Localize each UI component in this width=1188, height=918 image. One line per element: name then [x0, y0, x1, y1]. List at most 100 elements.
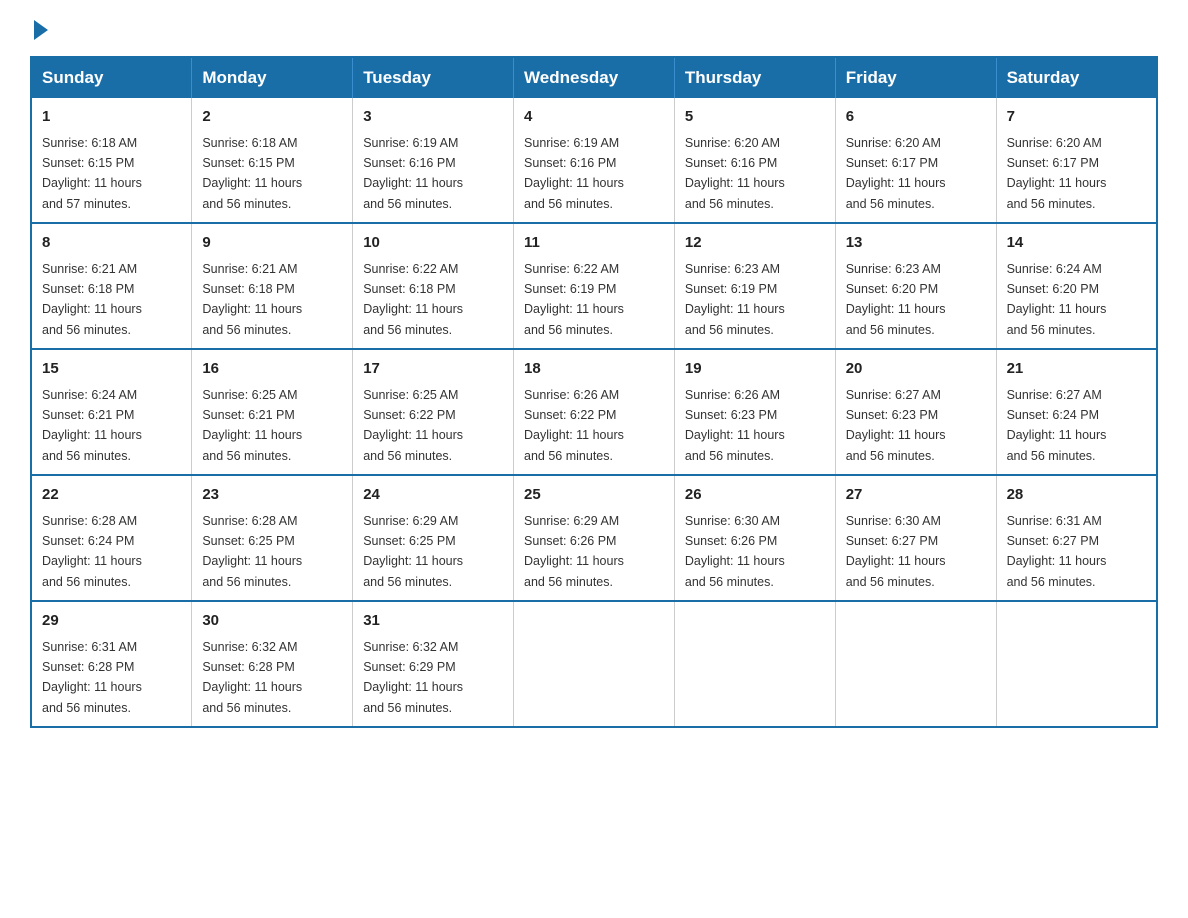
day-number: 27	[846, 484, 986, 507]
day-number: 28	[1007, 484, 1146, 507]
calendar-cell: 13 Sunrise: 6:23 AMSunset: 6:20 PMDaylig…	[835, 223, 996, 349]
header-tuesday: Tuesday	[353, 57, 514, 98]
day-number: 25	[524, 484, 664, 507]
day-info: Sunrise: 6:22 AMSunset: 6:18 PMDaylight:…	[363, 262, 463, 337]
day-info: Sunrise: 6:25 AMSunset: 6:22 PMDaylight:…	[363, 388, 463, 463]
day-info: Sunrise: 6:27 AMSunset: 6:24 PMDaylight:…	[1007, 388, 1107, 463]
day-info: Sunrise: 6:28 AMSunset: 6:25 PMDaylight:…	[202, 514, 302, 589]
calendar-cell: 19 Sunrise: 6:26 AMSunset: 6:23 PMDaylig…	[674, 349, 835, 475]
calendar-cell: 27 Sunrise: 6:30 AMSunset: 6:27 PMDaylig…	[835, 475, 996, 601]
day-info: Sunrise: 6:23 AMSunset: 6:20 PMDaylight:…	[846, 262, 946, 337]
week-row-1: 1 Sunrise: 6:18 AMSunset: 6:15 PMDayligh…	[31, 98, 1157, 223]
day-info: Sunrise: 6:24 AMSunset: 6:20 PMDaylight:…	[1007, 262, 1107, 337]
week-row-4: 22 Sunrise: 6:28 AMSunset: 6:24 PMDaylig…	[31, 475, 1157, 601]
header-saturday: Saturday	[996, 57, 1157, 98]
calendar-cell: 5 Sunrise: 6:20 AMSunset: 6:16 PMDayligh…	[674, 98, 835, 223]
day-info: Sunrise: 6:32 AMSunset: 6:28 PMDaylight:…	[202, 640, 302, 715]
header-friday: Friday	[835, 57, 996, 98]
calendar-cell: 30 Sunrise: 6:32 AMSunset: 6:28 PMDaylig…	[192, 601, 353, 727]
day-info: Sunrise: 6:21 AMSunset: 6:18 PMDaylight:…	[202, 262, 302, 337]
day-info: Sunrise: 6:30 AMSunset: 6:26 PMDaylight:…	[685, 514, 785, 589]
day-number: 8	[42, 232, 181, 255]
day-info: Sunrise: 6:22 AMSunset: 6:19 PMDaylight:…	[524, 262, 624, 337]
day-info: Sunrise: 6:26 AMSunset: 6:23 PMDaylight:…	[685, 388, 785, 463]
calendar-cell: 9 Sunrise: 6:21 AMSunset: 6:18 PMDayligh…	[192, 223, 353, 349]
calendar-cell: 20 Sunrise: 6:27 AMSunset: 6:23 PMDaylig…	[835, 349, 996, 475]
day-number: 13	[846, 232, 986, 255]
calendar-cell: 24 Sunrise: 6:29 AMSunset: 6:25 PMDaylig…	[353, 475, 514, 601]
day-number: 5	[685, 106, 825, 129]
day-info: Sunrise: 6:19 AMSunset: 6:16 PMDaylight:…	[363, 136, 463, 211]
calendar-cell: 12 Sunrise: 6:23 AMSunset: 6:19 PMDaylig…	[674, 223, 835, 349]
day-info: Sunrise: 6:20 AMSunset: 6:17 PMDaylight:…	[846, 136, 946, 211]
day-info: Sunrise: 6:31 AMSunset: 6:28 PMDaylight:…	[42, 640, 142, 715]
day-number: 21	[1007, 358, 1146, 381]
calendar-cell: 6 Sunrise: 6:20 AMSunset: 6:17 PMDayligh…	[835, 98, 996, 223]
header-monday: Monday	[192, 57, 353, 98]
day-number: 19	[685, 358, 825, 381]
day-number: 18	[524, 358, 664, 381]
calendar-cell: 28 Sunrise: 6:31 AMSunset: 6:27 PMDaylig…	[996, 475, 1157, 601]
calendar-table: SundayMondayTuesdayWednesdayThursdayFrid…	[30, 56, 1158, 728]
day-number: 15	[42, 358, 181, 381]
day-number: 30	[202, 610, 342, 633]
day-number: 29	[42, 610, 181, 633]
calendar-cell: 14 Sunrise: 6:24 AMSunset: 6:20 PMDaylig…	[996, 223, 1157, 349]
day-number: 22	[42, 484, 181, 507]
day-number: 1	[42, 106, 181, 129]
calendar-cell: 26 Sunrise: 6:30 AMSunset: 6:26 PMDaylig…	[674, 475, 835, 601]
calendar-cell	[835, 601, 996, 727]
day-info: Sunrise: 6:29 AMSunset: 6:26 PMDaylight:…	[524, 514, 624, 589]
day-info: Sunrise: 6:20 AMSunset: 6:16 PMDaylight:…	[685, 136, 785, 211]
calendar-cell: 2 Sunrise: 6:18 AMSunset: 6:15 PMDayligh…	[192, 98, 353, 223]
day-number: 12	[685, 232, 825, 255]
calendar-cell: 23 Sunrise: 6:28 AMSunset: 6:25 PMDaylig…	[192, 475, 353, 601]
day-info: Sunrise: 6:28 AMSunset: 6:24 PMDaylight:…	[42, 514, 142, 589]
day-info: Sunrise: 6:18 AMSunset: 6:15 PMDaylight:…	[202, 136, 302, 211]
day-info: Sunrise: 6:21 AMSunset: 6:18 PMDaylight:…	[42, 262, 142, 337]
calendar-cell: 11 Sunrise: 6:22 AMSunset: 6:19 PMDaylig…	[514, 223, 675, 349]
week-row-5: 29 Sunrise: 6:31 AMSunset: 6:28 PMDaylig…	[31, 601, 1157, 727]
header-thursday: Thursday	[674, 57, 835, 98]
day-number: 3	[363, 106, 503, 129]
logo-arrow-icon	[34, 20, 48, 40]
day-number: 26	[685, 484, 825, 507]
calendar-header-row: SundayMondayTuesdayWednesdayThursdayFrid…	[31, 57, 1157, 98]
day-number: 24	[363, 484, 503, 507]
calendar-cell	[514, 601, 675, 727]
day-info: Sunrise: 6:25 AMSunset: 6:21 PMDaylight:…	[202, 388, 302, 463]
header-sunday: Sunday	[31, 57, 192, 98]
day-number: 16	[202, 358, 342, 381]
calendar-cell: 17 Sunrise: 6:25 AMSunset: 6:22 PMDaylig…	[353, 349, 514, 475]
day-number: 20	[846, 358, 986, 381]
week-row-3: 15 Sunrise: 6:24 AMSunset: 6:21 PMDaylig…	[31, 349, 1157, 475]
week-row-2: 8 Sunrise: 6:21 AMSunset: 6:18 PMDayligh…	[31, 223, 1157, 349]
calendar-cell: 25 Sunrise: 6:29 AMSunset: 6:26 PMDaylig…	[514, 475, 675, 601]
calendar-cell: 3 Sunrise: 6:19 AMSunset: 6:16 PMDayligh…	[353, 98, 514, 223]
day-info: Sunrise: 6:29 AMSunset: 6:25 PMDaylight:…	[363, 514, 463, 589]
calendar-cell: 29 Sunrise: 6:31 AMSunset: 6:28 PMDaylig…	[31, 601, 192, 727]
calendar-cell: 1 Sunrise: 6:18 AMSunset: 6:15 PMDayligh…	[31, 98, 192, 223]
calendar-cell: 16 Sunrise: 6:25 AMSunset: 6:21 PMDaylig…	[192, 349, 353, 475]
day-number: 10	[363, 232, 503, 255]
day-number: 6	[846, 106, 986, 129]
day-number: 31	[363, 610, 503, 633]
calendar-cell: 15 Sunrise: 6:24 AMSunset: 6:21 PMDaylig…	[31, 349, 192, 475]
day-number: 4	[524, 106, 664, 129]
day-info: Sunrise: 6:20 AMSunset: 6:17 PMDaylight:…	[1007, 136, 1107, 211]
day-number: 14	[1007, 232, 1146, 255]
day-info: Sunrise: 6:32 AMSunset: 6:29 PMDaylight:…	[363, 640, 463, 715]
calendar-cell: 22 Sunrise: 6:28 AMSunset: 6:24 PMDaylig…	[31, 475, 192, 601]
calendar-cell: 18 Sunrise: 6:26 AMSunset: 6:22 PMDaylig…	[514, 349, 675, 475]
calendar-cell	[674, 601, 835, 727]
day-number: 11	[524, 232, 664, 255]
day-info: Sunrise: 6:19 AMSunset: 6:16 PMDaylight:…	[524, 136, 624, 211]
logo	[30, 20, 48, 38]
header-wednesday: Wednesday	[514, 57, 675, 98]
day-info: Sunrise: 6:24 AMSunset: 6:21 PMDaylight:…	[42, 388, 142, 463]
day-info: Sunrise: 6:26 AMSunset: 6:22 PMDaylight:…	[524, 388, 624, 463]
day-number: 7	[1007, 106, 1146, 129]
day-info: Sunrise: 6:23 AMSunset: 6:19 PMDaylight:…	[685, 262, 785, 337]
day-info: Sunrise: 6:30 AMSunset: 6:27 PMDaylight:…	[846, 514, 946, 589]
day-number: 17	[363, 358, 503, 381]
